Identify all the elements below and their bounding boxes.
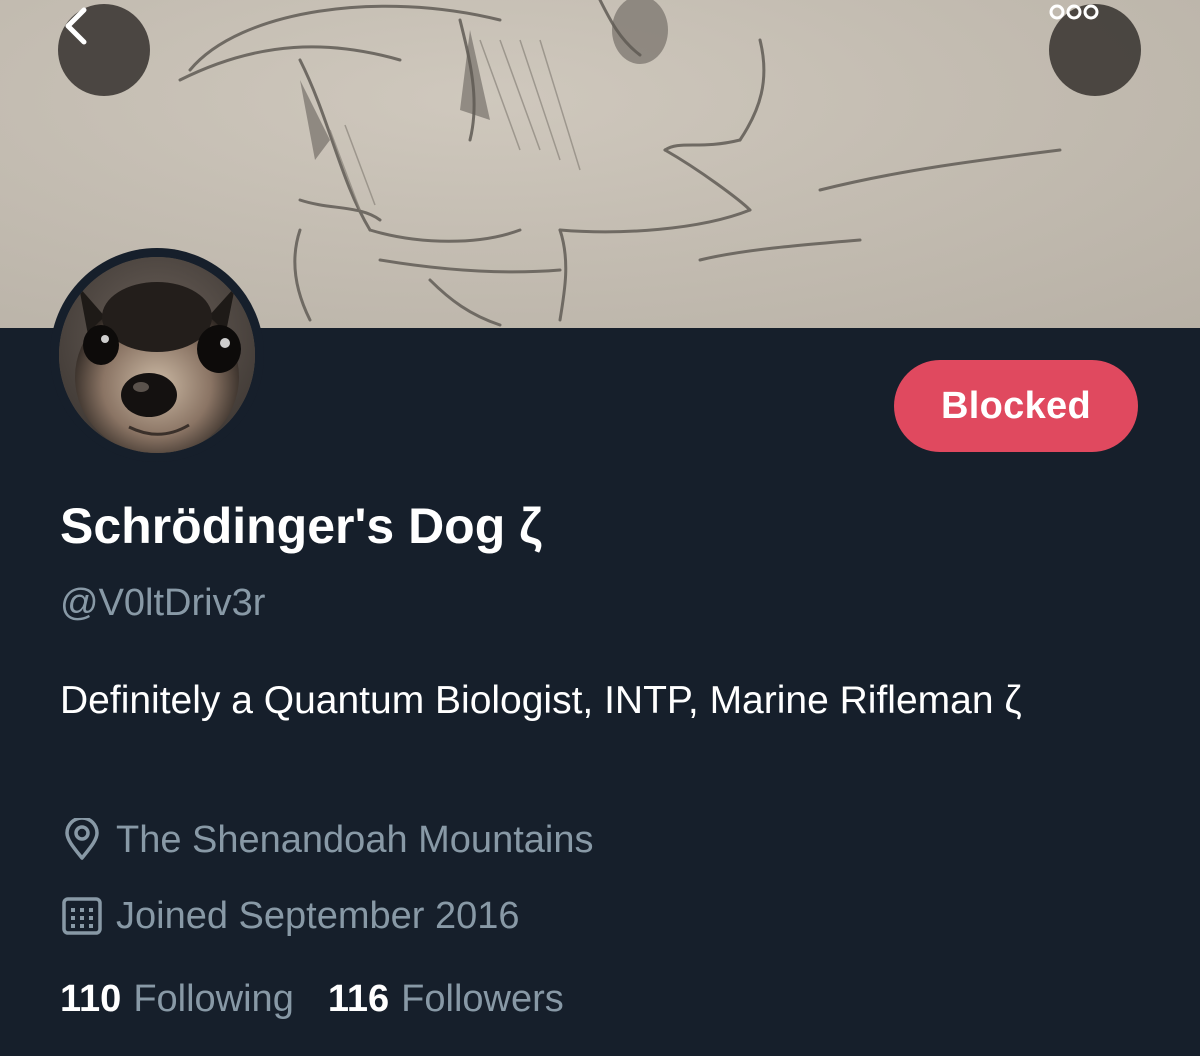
followers-link[interactable]: 116 Followers [328,978,564,1021]
more-options-button[interactable] [1049,4,1141,96]
following-count: 110 [60,978,122,1020]
following-label: Following [133,978,294,1020]
profile-bio: Definitely a Quantum Biologist, INTP, Ma… [60,679,1022,722]
joined-text: Joined September 2016 [116,894,520,937]
blocked-button[interactable]: Blocked [894,360,1138,452]
user-handle: @V0ltDriv3r [60,582,266,624]
location-text: The Shenandoah Mountains [116,818,594,861]
location-row: The Shenandoah Mountains [60,818,593,862]
display-name: Schrödinger's Dog ζ [60,498,543,554]
calendar-icon [60,894,104,938]
back-button[interactable] [58,4,150,96]
avatar[interactable] [50,248,264,462]
follow-stats: 110 Following 116 Followers [60,978,564,1021]
joined-row: Joined September 2016 [60,894,520,938]
map-pin-icon [60,818,104,862]
followers-label: Followers [401,978,564,1020]
followers-count: 116 [327,978,390,1020]
following-link[interactable]: 110 Following [60,978,294,1021]
profile-page: Blocked Schrödinger's Dog ζ @V0ltDriv3r … [0,0,1200,1056]
avatar-image [59,257,255,453]
